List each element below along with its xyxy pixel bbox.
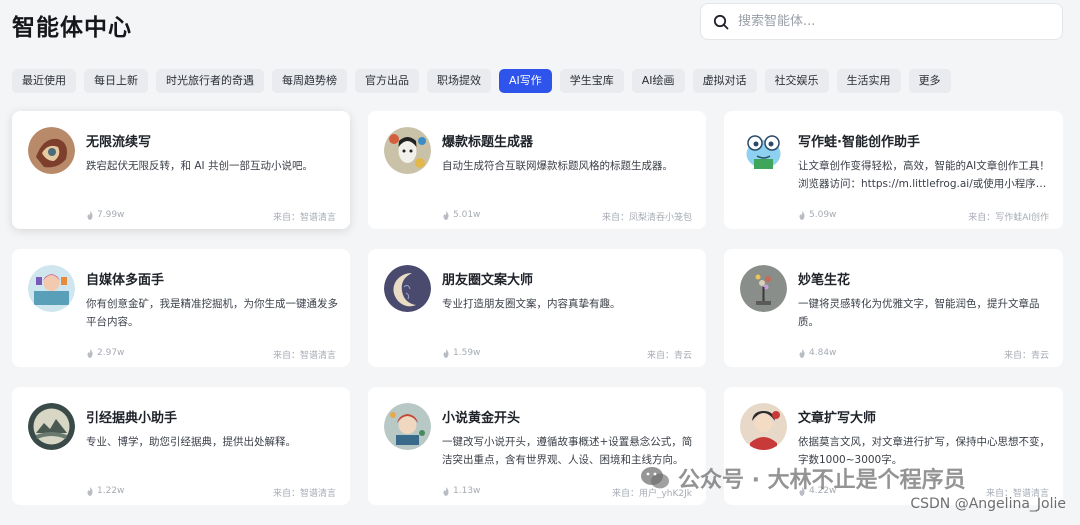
agent-heat: 1.22w (86, 486, 124, 496)
agent-description: 让文章创作变得轻松，高效，智能的AI文章创作工具！浏览器访问：https://m… (798, 160, 1050, 190)
flame-icon (443, 486, 449, 496)
wechat-icon (641, 467, 669, 489)
csdn-credit: CSDN @Angelina_Jolie (910, 496, 1066, 512)
agent-heat-value: 5.09w (809, 210, 837, 220)
agent-grid: 无限流续写 跌宕起伏无限反转，和 AI 共创一部互动小说吧。 7.99w 来自：… (12, 111, 1063, 505)
agent-heat: 1.13w (442, 486, 480, 496)
agent-card[interactable]: 朋友圈文案大师 专业打造朋友圈文案，内容真挚有趣。 1.59w 来自：青云 (368, 249, 706, 367)
agent-source: 来自：凤梨清吞小笼包 (601, 213, 692, 223)
agent-description: 专业打造朋友圈文案，内容真挚有趣。 (442, 298, 621, 310)
tab-daily-new[interactable]: 每日上新 (84, 69, 148, 93)
agent-title: 写作蛙·智能创作助手 (798, 135, 920, 150)
agent-heat-value: 4.84w (809, 348, 837, 358)
agent-title: 妙笔生花 (798, 273, 851, 288)
agent-heat: 7.99w (86, 210, 124, 220)
agent-card[interactable]: 妙笔生花 一键将灵感转化为优雅文字，智能润色，提升文章品质。 4.84w 来自：… (724, 249, 1063, 367)
agent-heat-value: 1.22w (97, 486, 125, 496)
agent-source: 来自：智谱清言 (272, 489, 336, 499)
flame-icon (87, 348, 93, 358)
tab-ai-painting[interactable]: AI绘画 (631, 69, 685, 93)
agent-description: 自动生成符合互联网爆款标题风格的标题生成器。 (442, 160, 673, 172)
agent-heat: 4.84w (798, 348, 836, 358)
agent-avatar (28, 127, 75, 174)
agent-title: 无限流续写 (86, 135, 152, 150)
tab-time-traveler[interactable]: 时光旅行者的奇遇 (156, 69, 264, 93)
category-tabs: 最近使用 每日上新 时光旅行者的奇遇 每周趋势榜 官方出品 职场提效 AI写作 … (12, 69, 951, 93)
agent-heat: 1.59w (442, 348, 480, 358)
agent-card[interactable]: 引经据典小助手 专业、博学，助您引经据典，提供出处解释。 1.22w 来自：智谱… (12, 387, 350, 505)
agent-heat-value: 1.13w (453, 486, 481, 496)
flame-icon (443, 348, 449, 358)
tab-student[interactable]: 学生宝库 (559, 69, 624, 93)
agent-description: 专业、博学，助您引经据典，提供出处解释。 (86, 436, 296, 448)
tab-official[interactable]: 官方出品 (355, 69, 419, 93)
agent-source: 来自：智谱清言 (272, 351, 336, 361)
flame-icon (87, 486, 93, 496)
search-input[interactable] (738, 14, 1038, 29)
agent-title: 爆款标题生成器 (442, 135, 534, 150)
agent-avatar (28, 265, 75, 312)
tab-recent[interactable]: 最近使用 (12, 69, 76, 93)
flame-icon (799, 210, 805, 220)
agent-heat-value: 2.97w (97, 348, 125, 358)
agent-card[interactable]: 爆款标题生成器 自动生成符合互联网爆款标题风格的标题生成器。 5.01w 来自：… (368, 111, 706, 229)
agent-heat-value: 7.99w (97, 210, 125, 220)
agent-title: 自媒体多面手 (86, 273, 165, 288)
agent-heat-value: 1.59w (453, 348, 481, 358)
agent-avatar (384, 127, 431, 174)
search-box[interactable] (700, 3, 1063, 40)
agent-title: 文章扩写大师 (798, 411, 877, 426)
agent-heat: 5.01w (442, 210, 480, 220)
tab-more[interactable]: 更多 (908, 69, 951, 93)
tab-life-utility[interactable]: 生活实用 (836, 69, 901, 93)
flame-icon (87, 210, 93, 220)
agent-avatar (28, 403, 75, 450)
agent-title: 引经据典小助手 (86, 411, 178, 426)
page-title: 智能体中心 (12, 15, 132, 41)
agent-avatar (740, 403, 787, 450)
wechat-watermark: 公众号 · 大林不止是个程序员 (640, 462, 966, 494)
agent-description: 跌宕起伏无限反转，和 AI 共创一部互动小说吧。 (86, 160, 313, 172)
tab-social-fun[interactable]: 社交娱乐 (764, 69, 829, 93)
header: 智能体中心 (0, 0, 1080, 50)
flame-icon (799, 348, 805, 358)
agent-description: 你有创意金矿，我是精准挖掘机，为你生成一键通发多平台内容。 (86, 298, 338, 328)
agent-source: 来自：青云 (1003, 351, 1049, 361)
tab-workplace[interactable]: 职场提效 (427, 69, 491, 93)
agent-heat: 5.09w (798, 210, 836, 220)
search-icon (713, 14, 729, 29)
agent-avatar (384, 265, 431, 312)
tab-virtual-chat[interactable]: 虚拟对话 (692, 69, 757, 93)
tab-ai-writing[interactable]: AI写作 (499, 69, 552, 93)
agent-description: 一键将灵感转化为优雅文字，智能润色，提升文章品质。 (798, 298, 1040, 328)
agent-heat-value: 5.01w (453, 210, 481, 220)
agent-source: 来自：写作蛙AI创作 (968, 213, 1049, 223)
agent-title: 朋友圈文案大师 (442, 273, 534, 288)
watermark-text: 公众号 · 大林不止是个程序员 (678, 468, 966, 493)
agent-title: 小说黄金开头 (442, 411, 521, 426)
agent-heat: 2.97w (86, 348, 124, 358)
agent-source: 来自：青云 (646, 351, 692, 361)
agent-avatar (740, 127, 787, 174)
agent-card[interactable]: 自媒体多面手 你有创意金矿，我是精准挖掘机，为你生成一键通发多平台内容。 2.9… (12, 249, 350, 367)
agent-card[interactable]: 写作蛙·智能创作助手 让文章创作变得轻松，高效，智能的AI文章创作工具！浏览器访… (724, 111, 1063, 229)
flame-icon (443, 210, 449, 220)
agent-card[interactable]: 无限流续写 跌宕起伏无限反转，和 AI 共创一部互动小说吧。 7.99w 来自：… (12, 111, 350, 229)
tab-weekly-trend[interactable]: 每周趋势榜 (272, 69, 347, 93)
agent-avatar (740, 265, 787, 312)
agent-avatar (384, 403, 431, 450)
agent-source: 来自：智谱清言 (272, 213, 336, 223)
